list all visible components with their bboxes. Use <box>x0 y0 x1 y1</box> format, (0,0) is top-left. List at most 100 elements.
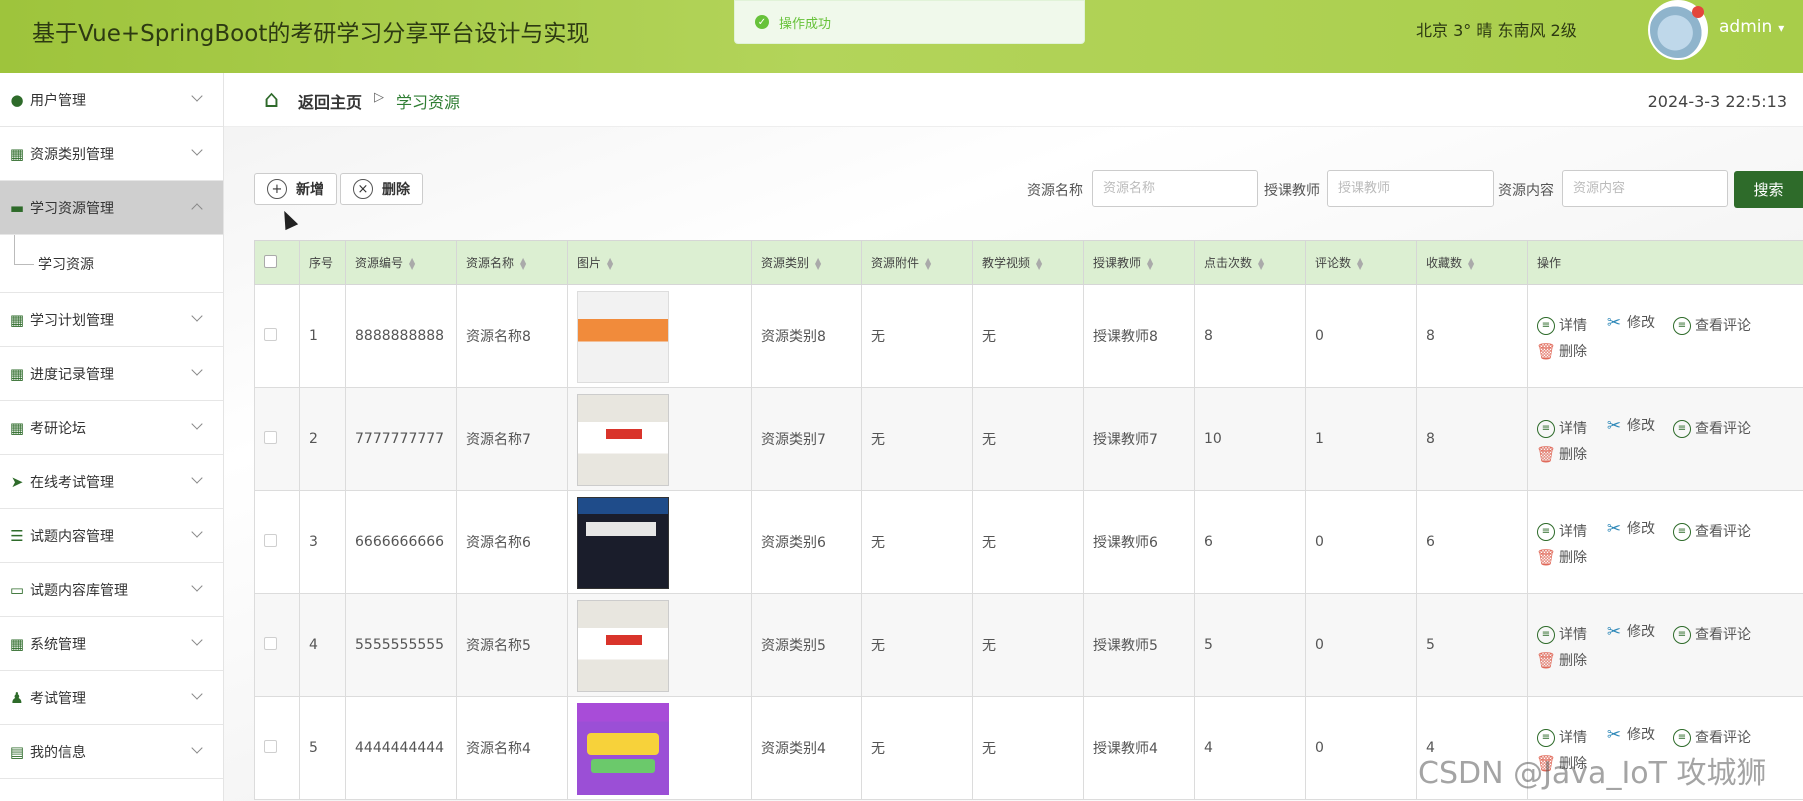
cell-attachment: 无 <box>861 284 973 388</box>
trash-icon: 🗑 <box>1535 548 1557 567</box>
cell-clicks: 6 <box>1194 490 1306 594</box>
sidebar-item-online-exams[interactable]: ➤ 在线考试管理 <box>0 455 223 509</box>
wrench-icon: ✂ <box>1606 519 1622 539</box>
edit-button[interactable]: ✂ 修改 <box>1605 413 1655 439</box>
delete-button[interactable]: 🗑 删除 <box>1536 339 1587 365</box>
col-header-favorites[interactable]: 收藏数 ▲ ▼ <box>1416 240 1528 285</box>
col-header-attachment[interactable]: 资源附件 ▲ ▼ <box>861 240 973 285</box>
resource-thumbnail[interactable] <box>577 600 669 692</box>
resource-content-input[interactable] <box>1562 170 1728 207</box>
row-checkbox[interactable] <box>264 327 277 341</box>
view-comments-button[interactable]: ≡ 查看评论 <box>1673 519 1751 545</box>
comment-search-icon: ≡ <box>1673 523 1691 541</box>
sidebar-item-question-bank[interactable]: ▭ 试题内容库管理 <box>0 563 223 617</box>
cell-video: 无 <box>972 387 1084 491</box>
check-icon: ✓ <box>755 15 769 29</box>
cell-teacher: 授课教师6 <box>1083 490 1195 594</box>
resource-thumbnail[interactable] <box>577 497 669 589</box>
sidebar-item-study-plans[interactable]: ▦ 学习计划管理 <box>0 293 223 347</box>
avatar-icon[interactable] <box>1648 0 1708 60</box>
select-all-checkbox[interactable] <box>264 254 277 268</box>
col-header-clicks[interactable]: 点击次数 ▲ ▼ <box>1194 240 1306 285</box>
col-header-image[interactable]: 图片 ▲ ▼ <box>567 240 752 285</box>
row-checkbox[interactable] <box>264 533 277 547</box>
view-comments-button[interactable]: ≡ 查看评论 <box>1673 416 1751 442</box>
add-button[interactable]: + 新增 <box>254 173 337 205</box>
edit-button[interactable]: ✂ 修改 <box>1605 722 1655 748</box>
detail-button[interactable]: ≡ 详情 <box>1537 416 1587 442</box>
sort-icon[interactable]: ▲ ▼ <box>1258 256 1264 270</box>
detail-icon: ≡ <box>1537 420 1555 438</box>
comment-search-icon: ≡ <box>1673 420 1691 438</box>
sort-icon[interactable]: ▲ ▼ <box>409 256 415 270</box>
detail-button[interactable]: ≡ 详情 <box>1537 622 1587 648</box>
col-header-category[interactable]: 资源类别 ▲ ▼ <box>751 240 862 285</box>
sidebar-subitem-learning-resource[interactable]: 学习资源 <box>0 235 223 293</box>
sort-icon[interactable]: ▲ ▼ <box>607 256 613 270</box>
home-icon[interactable]: ⌂ <box>264 87 290 111</box>
breadcrumb-current: 学习资源 <box>396 93 461 112</box>
edit-button[interactable]: ✂ 修改 <box>1605 516 1655 542</box>
cell-video: 无 <box>972 490 1084 594</box>
sidebar-item-system[interactable]: ▦ 系统管理 <box>0 617 223 671</box>
row-checkbox[interactable] <box>264 430 277 444</box>
sort-icon[interactable]: ▲ ▼ <box>815 256 821 270</box>
sort-icon[interactable]: ▲ ▼ <box>1036 256 1042 270</box>
row-checkbox[interactable] <box>264 739 277 753</box>
batch-delete-button[interactable]: × 删除 <box>340 173 423 205</box>
cell-teacher: 授课教师8 <box>1083 284 1195 388</box>
sidebar-item-progress-records[interactable]: ▦ 进度记录管理 <box>0 347 223 401</box>
delete-button[interactable]: 🗑 删除 <box>1535 545 1587 571</box>
teacher-input[interactable] <box>1327 170 1494 207</box>
sidebar-item-question-content[interactable]: ☰ 试题内容管理 <box>0 509 223 563</box>
success-toast: ✓ 操作成功 <box>734 0 1085 44</box>
view-comments-button[interactable]: ≡ 查看评论 <box>1673 313 1751 339</box>
sort-icon[interactable]: ▲ ▼ <box>925 256 931 270</box>
cell-name: 资源名称4 <box>456 696 568 800</box>
cell-comments: 0 <box>1305 593 1417 697</box>
resource-thumbnail[interactable] <box>577 291 669 383</box>
paper-plane-icon: ➤ <box>10 472 24 491</box>
table-row: 4 5555555555 资源名称5 资源类别5 无 无 授课教师5 5 0 5… <box>254 593 1803 697</box>
sidebar-item-users[interactable]: ● 用户管理 <box>0 73 223 127</box>
grid-icon: ▦ <box>9 634 25 653</box>
sidebar-item-resource-categories[interactable]: ▦ 资源类别管理 <box>0 127 223 181</box>
chevron-down-icon <box>191 580 203 592</box>
sort-icon[interactable]: ▲ ▼ <box>1468 256 1474 270</box>
row-checkbox[interactable] <box>264 636 277 650</box>
resource-thumbnail[interactable] <box>577 703 669 795</box>
col-header-code[interactable]: 资源编号 ▲ ▼ <box>345 240 457 285</box>
sidebar-item-forum[interactable]: ▦ 考研论坛 <box>0 401 223 455</box>
resource-name-input[interactable] <box>1092 170 1258 207</box>
cell-no: 2 <box>299 387 346 491</box>
sort-icon[interactable]: ▲ ▼ <box>520 256 526 270</box>
resource-thumbnail[interactable] <box>577 394 669 486</box>
col-header-comments[interactable]: 评论数 ▲ ▼ <box>1305 240 1417 285</box>
edit-button[interactable]: ✂ 修改 <box>1605 310 1655 336</box>
col-header-teacher[interactable]: 授课教师 ▲ ▼ <box>1083 240 1195 285</box>
breadcrumb-home[interactable]: 返回主页 <box>298 89 362 113</box>
detail-button[interactable]: ≡ 详情 <box>1537 519 1587 545</box>
cell-category: 资源类别4 <box>751 696 862 800</box>
delete-button[interactable]: 🗑 删除 <box>1535 442 1587 468</box>
table-row: 3 6666666666 资源名称6 资源类别6 无 无 授课教师6 6 0 6… <box>254 490 1803 594</box>
select-all-header[interactable] <box>254 240 300 285</box>
view-comments-button[interactable]: ≡ 查看评论 <box>1673 622 1751 648</box>
detail-button[interactable]: ≡ 详情 <box>1537 313 1587 339</box>
edit-button[interactable]: ✂ 修改 <box>1605 619 1655 645</box>
sidebar-item-exams[interactable]: ♟ 考试管理 <box>0 671 223 725</box>
search-button[interactable]: 搜索 <box>1734 171 1803 208</box>
cell-attachment: 无 <box>861 696 973 800</box>
col-header-video[interactable]: 教学视频 ▲ ▼ <box>972 240 1084 285</box>
sidebar-item-my-info[interactable]: ▤ 我的信息 <box>0 725 223 779</box>
sort-icon[interactable]: ▲ ▼ <box>1147 256 1153 270</box>
grid-icon: ▦ <box>9 310 25 329</box>
delete-button[interactable]: 🗑 删除 <box>1536 648 1587 674</box>
col-header-name[interactable]: 资源名称 ▲ ▼ <box>456 240 568 285</box>
trash-icon: 🗑 <box>1535 445 1557 464</box>
sort-icon[interactable]: ▲ ▼ <box>1357 256 1363 270</box>
username: admin <box>1719 17 1773 37</box>
sidebar-item-learning-resources[interactable]: ▬ 学习资源管理 <box>0 181 223 235</box>
user-menu[interactable]: admin ▾ <box>1719 17 1784 37</box>
cell-name: 资源名称7 <box>456 387 568 491</box>
